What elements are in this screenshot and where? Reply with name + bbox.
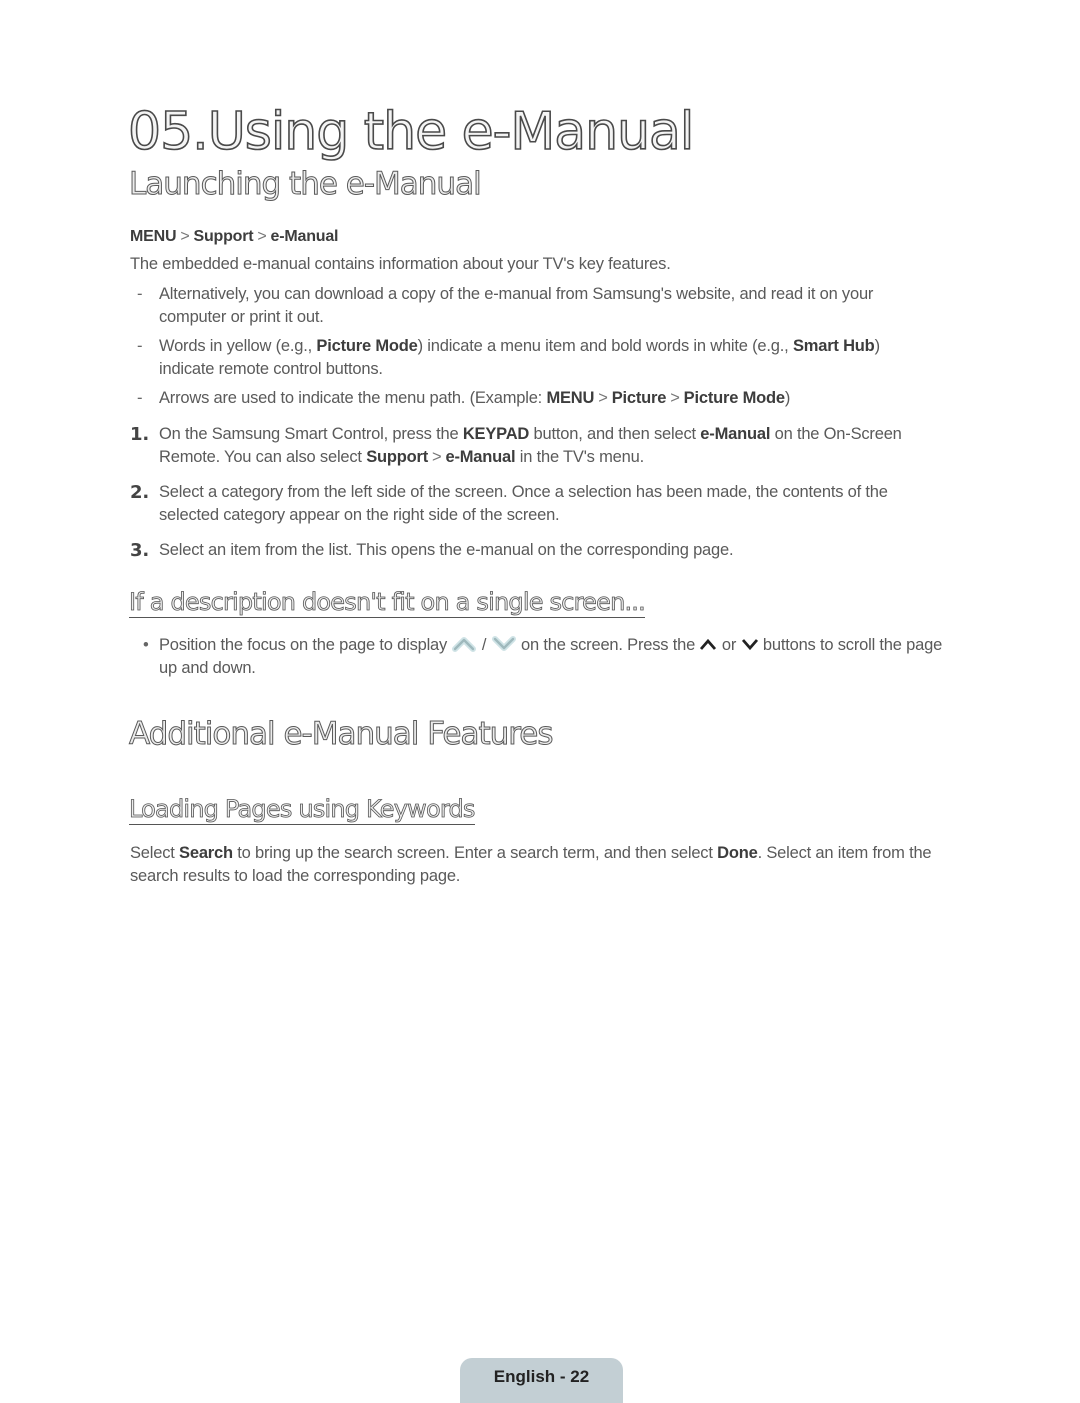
menu-path-item: MENU xyxy=(546,389,595,407)
button-term: KEYPAD xyxy=(462,425,530,443)
dash-marker: - xyxy=(137,389,143,407)
note-item: - Alternatively, you can download a copy… xyxy=(137,283,937,329)
note-text: Words in yellow (e.g., Picture Mode) ind… xyxy=(159,337,880,378)
menu-path-item: e-Manual xyxy=(270,228,339,245)
intro-text: The embedded e-manual contains informati… xyxy=(130,255,671,273)
menu-item-term: Picture Mode xyxy=(316,337,418,355)
step-item: 1. On the Samsung Smart Control, press t… xyxy=(130,423,930,469)
subsection-heading-keywords: Loading Pages using Keywords xyxy=(129,795,476,825)
chevron-right-icon: > xyxy=(598,389,608,407)
section-heading-launching: Launching the e-Manual xyxy=(129,165,483,202)
step-text: On the Samsung Smart Control, press the … xyxy=(159,425,902,466)
chevron-right-icon: > xyxy=(432,448,442,466)
step-text: Select an item from the list. This opens… xyxy=(159,541,734,559)
menu-path-item: MENU xyxy=(130,228,177,245)
note-text: Alternatively, you can download a copy o… xyxy=(159,285,874,326)
section-heading-additional: Additional e-Manual Features xyxy=(129,715,555,752)
menu-item-term: Search xyxy=(179,844,233,862)
page-number-label: English - 22 xyxy=(493,1367,590,1386)
keywords-text: Select Search to bring up the search scr… xyxy=(130,844,932,885)
step-number: 1. xyxy=(130,424,149,445)
step-number: 3. xyxy=(130,540,149,561)
note-item: - Words in yellow (e.g., Picture Mode) i… xyxy=(137,335,937,381)
note-text: Arrows are used to indicate the menu pat… xyxy=(159,389,791,407)
caret-down-icon xyxy=(741,635,759,651)
page-number-tab: English - 22 xyxy=(460,1358,623,1403)
menu-path-item: e-Manual xyxy=(445,448,516,466)
menu-path: MENU > Support > e-Manual xyxy=(130,225,338,248)
bullet-item: • Position the focus on the page to disp… xyxy=(143,634,958,680)
step-item: 2. Select a category from the left side … xyxy=(130,481,930,527)
step-item: 3. Select an item from the list. This op… xyxy=(130,539,930,562)
menu-path-item: Support xyxy=(366,448,429,466)
button-term: Smart Hub xyxy=(792,337,875,355)
menu-path-item: Picture xyxy=(611,389,667,407)
note-item: - Arrows are used to indicate the menu p… xyxy=(137,387,937,410)
step-text: Select a category from the left side of … xyxy=(159,483,888,524)
menu-item-term: Done xyxy=(717,844,758,862)
scroll-up-glow-icon xyxy=(451,636,477,652)
subsection-heading-fit: If a description doesn't fit on a single… xyxy=(129,588,646,618)
menu-path-item: Picture Mode xyxy=(683,389,785,407)
dash-marker: - xyxy=(137,285,143,303)
menu-path-item: Support xyxy=(193,228,254,245)
menu-item-term: e-Manual xyxy=(700,425,771,443)
chevron-right-icon: > xyxy=(257,228,267,245)
bullet-text: Position the focus on the page to displa… xyxy=(159,635,943,677)
chevron-right-icon: > xyxy=(670,389,680,407)
step-number: 2. xyxy=(130,482,149,503)
page-title: 05.Using the e-Manual xyxy=(127,101,695,163)
chevron-right-icon: > xyxy=(180,228,190,245)
dash-marker: - xyxy=(137,337,143,355)
caret-up-icon xyxy=(699,635,717,650)
scroll-down-glow-icon xyxy=(491,636,517,652)
bullet-marker: • xyxy=(143,636,149,654)
